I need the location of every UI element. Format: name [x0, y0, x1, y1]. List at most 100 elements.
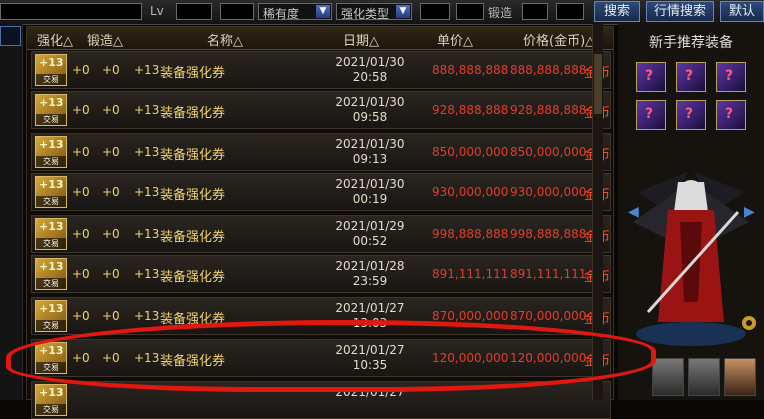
table-row[interactable]: +13 交易 +0 +0 +13 装备强化券 2021/01/30 20:58 888,888,…: [31, 51, 611, 89]
equipment-slot[interactable]: ?: [676, 62, 706, 92]
unit-price: 120,000,000: [432, 351, 509, 365]
equipment-slot[interactable]: ?: [716, 100, 746, 130]
unit-price: 930,000,000: [432, 185, 509, 199]
column-forge[interactable]: 锻造△: [87, 30, 123, 49]
enhance-min-input[interactable]: [420, 3, 450, 20]
table-row[interactable]: +13 交易 2021/01/27: [31, 381, 611, 419]
character-thumbnail[interactable]: [724, 358, 756, 396]
equipment-slot[interactable]: ?: [636, 100, 666, 130]
table-row[interactable]: +13 交易 +0 +0 +13 装备强化券 2021/01/27 10:35 120,000,…: [31, 339, 611, 377]
column-enhance[interactable]: 强化△: [37, 30, 73, 49]
total-price: 928,888,888: [510, 103, 587, 117]
item-level: +13: [134, 103, 160, 117]
forge-value: +0: [102, 145, 120, 159]
item-name[interactable]: 装备强化券: [160, 144, 225, 163]
character-thumbnail[interactable]: [688, 358, 720, 396]
total-price: 998,888,888: [510, 227, 587, 241]
listing-time: 09:13: [352, 152, 388, 166]
equipment-slot[interactable]: ?: [716, 62, 746, 92]
column-date[interactable]: 日期△: [343, 30, 379, 49]
listing-date: 2021/01/27: [335, 385, 405, 399]
lv-min-input[interactable]: [176, 3, 212, 20]
listing-time: 09:58: [352, 110, 388, 124]
table-row[interactable]: +13 交易 +0 +0 +13 装备强化券 2021/01/30 09:58 928,888,…: [31, 91, 611, 129]
total-price: 120,000,000: [510, 351, 587, 365]
table-row[interactable]: +13 交易 +0 +0 +13 装备强化券 2021/01/27 13:03 870,000,…: [31, 297, 611, 335]
unit-price: 998,888,888: [432, 227, 509, 241]
item-icon[interactable]: +13 交易: [35, 300, 67, 332]
settings-gear-icon[interactable]: [740, 314, 758, 332]
listing-date: 2021/01/30: [335, 95, 405, 109]
forge-label: 锻造: [488, 6, 513, 20]
table-row[interactable]: +13 交易 +0 +0 +13 装备强化券 2021/01/30 09:13 850,000,…: [31, 133, 611, 171]
item-icon[interactable]: +13 交易: [35, 384, 67, 416]
item-name[interactable]: 装备强化券: [160, 266, 225, 285]
table-header: 强化△ 锻造△ 名称△ 日期△ 单价△ 价格(金币)△: [27, 27, 613, 50]
lv-label: Lv: [150, 4, 164, 18]
item-name[interactable]: 装备强化券: [160, 226, 225, 245]
market-search-button[interactable]: 行情搜索: [646, 1, 714, 22]
search-button[interactable]: 搜索: [594, 1, 640, 22]
item-name[interactable]: 装备强化券: [160, 308, 225, 327]
item-icon[interactable]: +13 交易: [35, 342, 67, 374]
character-thumbnail[interactable]: [652, 358, 684, 396]
item-name[interactable]: 装备强化券: [160, 350, 225, 369]
scrollbar-thumb[interactable]: [594, 54, 602, 114]
listing-scrollbar[interactable]: [592, 24, 603, 400]
character-avatar: [633, 172, 749, 346]
item-name[interactable]: 装备强化券: [160, 62, 225, 81]
enhance-value: +0: [72, 351, 90, 365]
column-total-price[interactable]: 价格(金币)△: [523, 30, 595, 49]
item-icon[interactable]: +13 交易: [35, 218, 67, 250]
item-level: +13: [134, 185, 160, 199]
listing-time: 00:19: [352, 192, 388, 206]
enhance-type-select-value: 强化类型: [341, 7, 390, 21]
forge-value: +0: [102, 351, 120, 365]
equipment-slot[interactable]: ?: [676, 100, 706, 130]
item-icon[interactable]: +13 交易: [35, 136, 67, 168]
listing-datetime: 2021/01/27 10:35: [334, 343, 406, 373]
listing-time: 00:52: [352, 234, 388, 248]
item-icon[interactable]: +13 交易: [35, 258, 67, 290]
item-icon[interactable]: +13 交易: [35, 176, 67, 208]
table-row[interactable]: +13 交易 +0 +0 +13 装备强化券 2021/01/30 00:19 930,000,…: [31, 173, 611, 211]
listing-datetime: 2021/01/30 20:58: [334, 55, 406, 85]
listing-time: 10:35: [352, 358, 388, 372]
table-row[interactable]: +13 交易 +0 +0 +13 装备强化券 2021/01/28 23:59 891,111,…: [31, 255, 611, 293]
forge-max-input[interactable]: [556, 3, 584, 20]
left-strip: [0, 24, 23, 400]
listing-date: 2021/01/30: [335, 177, 405, 191]
table-row[interactable]: +13 交易 +0 +0 +13 装备强化券 2021/01/29 00:52 998,888,…: [31, 215, 611, 253]
rarity-select-value: 稀有度: [263, 7, 300, 21]
unit-price: 870,000,000: [432, 309, 509, 323]
lv-max-input[interactable]: [220, 3, 254, 20]
item-name-input[interactable]: [0, 3, 142, 20]
forge-value: +0: [102, 227, 120, 241]
column-name[interactable]: 名称△: [207, 30, 243, 49]
enhance-value: +0: [72, 309, 90, 323]
listing-time: 20:58: [352, 70, 388, 84]
listing-datetime: 2021/01/28 23:59: [334, 259, 406, 289]
left-tab[interactable]: [0, 26, 21, 46]
listing-datetime: 2021/01/30 09:58: [334, 95, 406, 125]
column-unit-price[interactable]: 单价△: [437, 30, 473, 49]
rarity-select[interactable]: 稀有度 ▼: [258, 3, 332, 21]
enhance-value: +0: [72, 103, 90, 117]
recommended-title: 新手推荐装备: [649, 35, 733, 51]
equipment-slot[interactable]: ?: [636, 62, 666, 92]
listing-datetime: 2021/01/30 09:13: [334, 137, 406, 167]
enhance-max-input[interactable]: [456, 3, 484, 20]
item-name[interactable]: 装备强化券: [160, 184, 225, 203]
item-icon[interactable]: +13 交易: [35, 54, 67, 86]
total-price: 930,000,000: [510, 185, 587, 199]
forge-value: +0: [102, 309, 120, 323]
default-button[interactable]: 默认: [720, 1, 764, 22]
forge-min-input[interactable]: [522, 3, 548, 20]
listing-time: 13:03: [352, 316, 388, 330]
unit-price: 888,888,888: [432, 63, 509, 77]
item-icon[interactable]: +13 交易: [35, 94, 67, 126]
enhance-type-select[interactable]: 强化类型 ▼: [336, 3, 412, 21]
item-name[interactable]: 装备强化券: [160, 102, 225, 121]
total-price: 850,000,000: [510, 145, 587, 159]
recommended-equipment-panel: 新手推荐装备 ? ? ? ? ? ? ◀ ▶: [618, 24, 764, 400]
